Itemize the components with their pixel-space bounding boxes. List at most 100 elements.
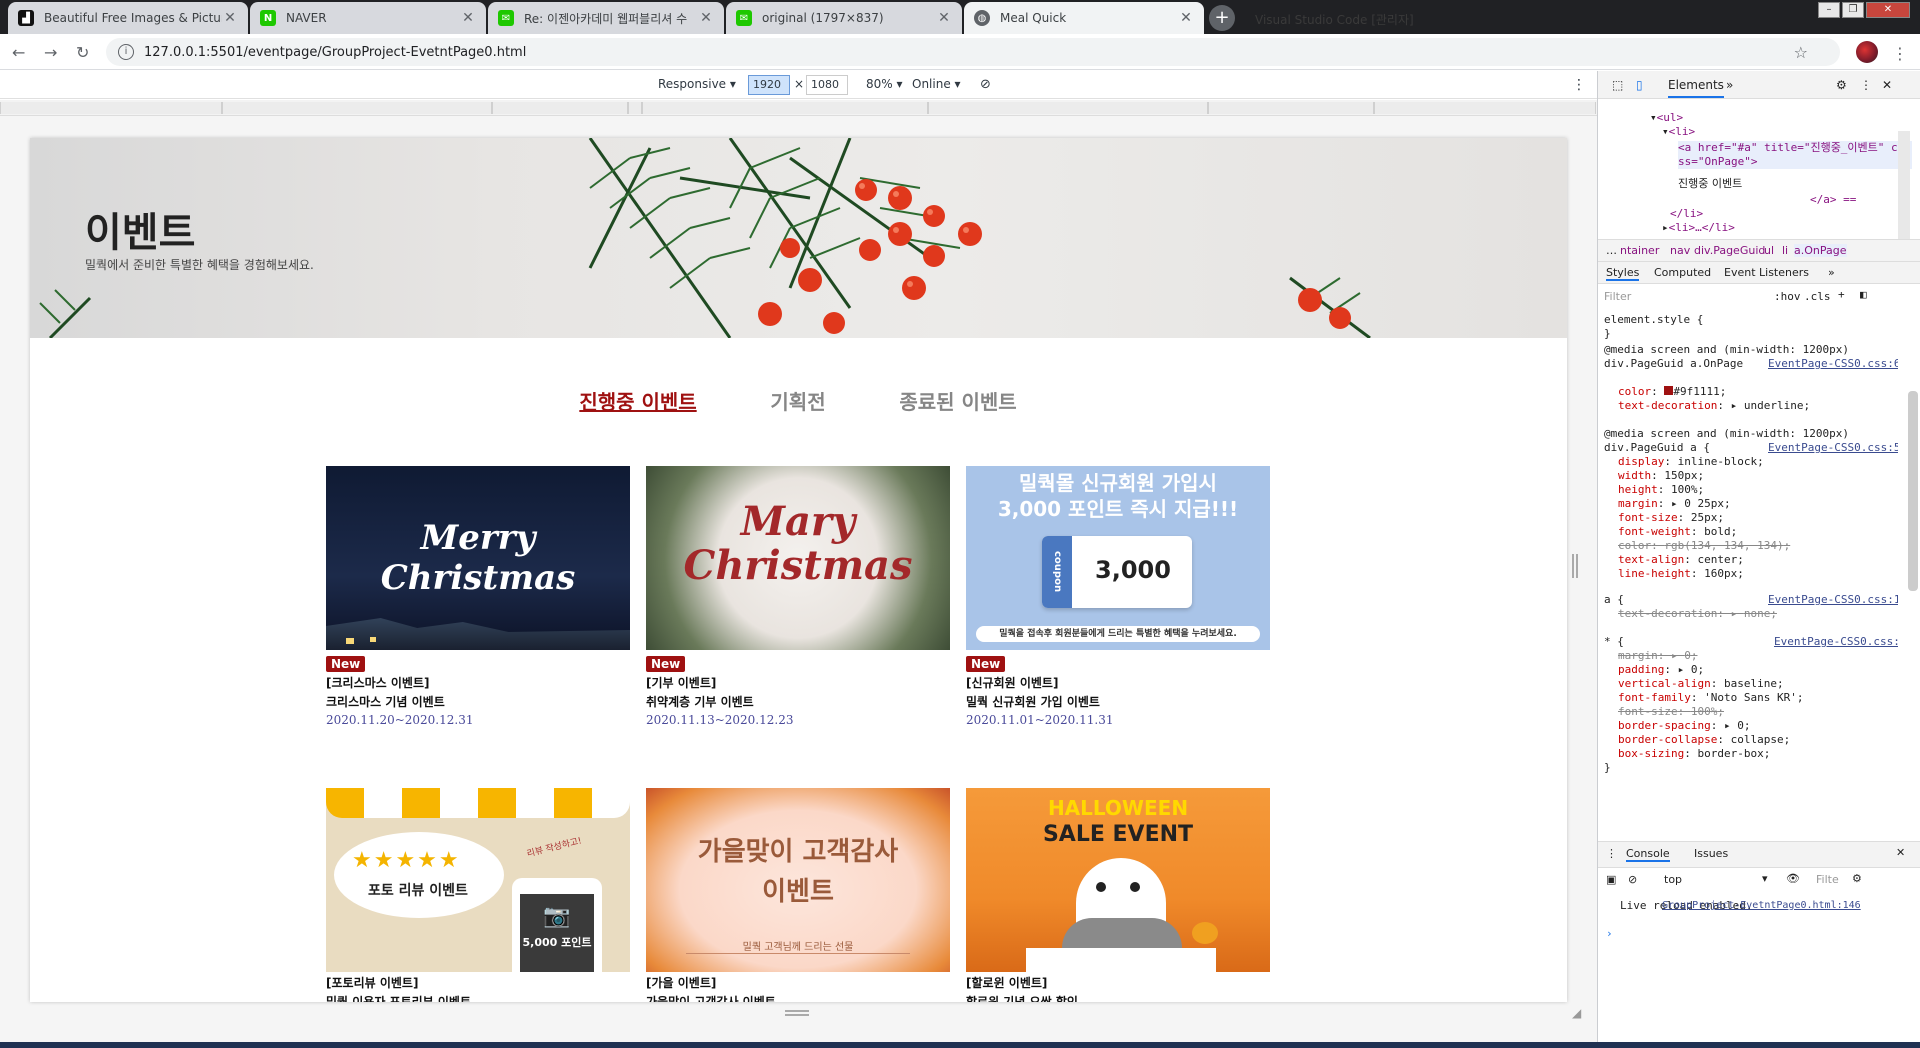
console-settings-icon[interactable]: ⚙ [1852, 872, 1862, 885]
style-declaration[interactable]: width: 150px; [1618, 469, 1704, 483]
bottom-resize-handle[interactable] [785, 1010, 809, 1016]
dom-node[interactable]: ▾<li> [1662, 125, 1695, 139]
console-filter-input[interactable]: Filte [1816, 873, 1839, 886]
tab-issues[interactable]: Issues [1694, 847, 1728, 860]
device-width-input[interactable]: 1920 [748, 75, 790, 95]
context-dropdown-icon[interactable]: ▾ [1762, 872, 1768, 885]
style-source-link[interactable]: EventPage-CSS0.css:12 [1768, 593, 1898, 607]
address-bar[interactable]: i 127.0.0.1:5501/eventpage/GroupProject-… [106, 38, 1840, 66]
style-declaration[interactable]: vertical-align: baseline; [1618, 677, 1784, 691]
tab-ongoing-events[interactable]: 진행중 이벤트 [548, 386, 728, 415]
inspect-icon[interactable]: ⬚ [1612, 78, 1623, 92]
more-tabs-icon[interactable]: » [1726, 78, 1733, 92]
settings-icon[interactable]: ⚙ [1836, 78, 1847, 92]
style-declaration[interactable]: text-align: center; [1618, 553, 1744, 567]
tab-special-exhibitions[interactable]: 기획전 [708, 386, 888, 415]
ruler-segment[interactable] [1374, 102, 1596, 114]
browser-tab-mail[interactable]: ✉ Re: 이젠아카데미 웹퍼블리셔 수 ✕ [488, 2, 724, 34]
tab-styles[interactable]: Styles [1606, 266, 1640, 281]
styles-pane[interactable]: element.style { } @media screen and (min… [1598, 309, 1898, 925]
ruler-segment[interactable] [628, 102, 642, 114]
style-declaration-overridden[interactable]: color: rgb(134, 134, 134); [1618, 539, 1790, 553]
event-image[interactable]: Merry Christmas [326, 466, 630, 650]
media-query-ruler[interactable] [0, 100, 1597, 116]
close-devtools-icon[interactable]: ✕ [1882, 78, 1892, 92]
dom-text-node[interactable]: 진행중 이벤트 [1678, 177, 1742, 191]
window-close-button[interactable]: ✕ [1866, 2, 1910, 18]
event-image[interactable]: Mary Christmas [646, 466, 950, 650]
breadcrumb-item[interactable]: div.PageGuid [1694, 244, 1765, 257]
breadcrumb-ellipsis[interactable]: … [1606, 244, 1617, 257]
ruler-segment[interactable] [222, 102, 492, 114]
forward-icon[interactable]: → [44, 43, 57, 62]
browser-tab-meal-quick[interactable]: ◍ Meal Quick ✕ [964, 2, 1204, 34]
breadcrumb-item[interactable]: nav [1670, 244, 1690, 257]
device-height-input[interactable]: 1080 [806, 75, 848, 95]
event-card[interactable]: HALLOWEEN SALE EVENT [할로윈 이벤트] 할로윈 기념 오싹… [966, 788, 1270, 1002]
close-icon[interactable]: ✕ [222, 10, 238, 26]
ruler-segment[interactable] [0, 102, 222, 114]
add-rule-icon[interactable]: + [1838, 288, 1845, 301]
style-declaration[interactable]: font-family: 'Noto Sans KR'; [1618, 691, 1803, 705]
tab-ended-events[interactable]: 종료된 이벤트 [868, 386, 1048, 415]
minimize-button[interactable]: – [1818, 2, 1840, 18]
event-card[interactable]: 밀쿽몰 신규회원 가입시 3,000 포인트 즉시 지급!!! coupon 3… [966, 466, 1270, 727]
clear-console-icon[interactable]: ⊘ [1628, 873, 1637, 886]
dom-tree[interactable]: ▾<ul> ▾<li> <a href="#a" title="진행중_이벤트"… [1598, 99, 1912, 239]
drawer-menu-icon[interactable]: ⋮ [1606, 847, 1617, 860]
more-subtabs-icon[interactable]: » [1828, 266, 1835, 279]
device-toggle-icon[interactable]: ▯ [1636, 78, 1643, 92]
tab-console[interactable]: Console [1626, 847, 1670, 862]
event-card[interactable]: Merry Christmas New [크리스마스 이벤트] 크리스마스 기념… [326, 466, 630, 727]
close-icon[interactable]: ✕ [936, 10, 952, 26]
browser-tab-unsplash[interactable]: ▟ Beautiful Free Images & Picture ✕ [8, 2, 248, 34]
console-prompt[interactable]: › [1606, 927, 1613, 941]
dom-scrollbar[interactable] [1898, 131, 1910, 241]
style-declaration[interactable]: box-sizing: border-box; [1618, 747, 1770, 761]
ruler-segment[interactable] [492, 102, 628, 114]
dom-node[interactable]: ▸<li>…</li> [1662, 221, 1735, 235]
network-throttle-select[interactable]: Online ▾ [912, 77, 961, 91]
close-icon[interactable]: ✕ [460, 10, 476, 26]
browser-tab-naver[interactable]: N NAVER ✕ [250, 2, 486, 34]
event-image[interactable]: ★★★★★ 포토 리뷰 이벤트 리뷰 작성하고! 📷 5,000 포인트 [326, 788, 630, 972]
breadcrumb-item[interactable]: ul [1764, 244, 1774, 257]
style-declaration[interactable]: display: inline-block; [1618, 455, 1764, 469]
style-declaration[interactable]: height: 100%; [1618, 483, 1704, 497]
dom-node[interactable]: </li> [1670, 207, 1703, 221]
style-declaration[interactable]: line-height: 160px; [1618, 567, 1744, 581]
tab-event-listeners[interactable]: Event Listeners [1724, 266, 1809, 279]
hov-toggle[interactable]: :hov [1774, 290, 1801, 303]
console-sidebar-icon[interactable]: ▣ [1606, 873, 1616, 886]
event-image[interactable]: 가을맞이 고객감사 이벤트 밀쿽 고객님께 드리는 선물 [646, 788, 950, 972]
devtools-menu-icon[interactable]: ⋮ [1860, 78, 1872, 92]
style-declaration[interactable]: margin: ▸ 0 25px; [1618, 497, 1731, 511]
close-icon[interactable]: ✕ [1178, 10, 1194, 26]
breadcrumb-item-selected[interactable]: a.OnPage [1794, 244, 1847, 257]
device-mode-select[interactable]: Responsive ▾ [658, 77, 736, 91]
event-name[interactable]: 밀쿽 이용자 포토리뷰 이벤트 [326, 993, 630, 1002]
style-declaration[interactable]: padding: ▸ 0; [1618, 663, 1704, 677]
close-drawer-icon[interactable]: ✕ [1896, 846, 1905, 859]
context-select[interactable]: top [1664, 873, 1682, 886]
style-source-link[interactable]: EventPage-CSS0.css:62 [1768, 357, 1898, 371]
style-source-link[interactable]: EventPage-CSS0.css:2 [1774, 635, 1898, 649]
style-declaration[interactable]: font-size: 25px; [1618, 511, 1724, 525]
zoom-select[interactable]: 80% ▾ [866, 77, 903, 91]
console-source-link[interactable]: GroupProject-EvetntPage0.html:146 [1662, 899, 1861, 913]
event-name[interactable]: 할로윈 기념 오싹 할인 [966, 993, 1270, 1002]
style-declaration[interactable]: text-decoration: ▸ underline; [1618, 399, 1810, 413]
event-name[interactable]: 가을맞이 고객감사 이벤트 [646, 993, 950, 1002]
event-image[interactable]: 밀쿽몰 신규회원 가입시 3,000 포인트 즉시 지급!!! coupon 3… [966, 466, 1270, 650]
dom-node[interactable]: ▾<ul> [1650, 111, 1683, 125]
event-image[interactable]: HALLOWEEN SALE EVENT [966, 788, 1270, 972]
style-declaration[interactable]: border-spacing: ▸ 0; [1618, 719, 1750, 733]
menu-icon[interactable]: ⋮ [1892, 44, 1908, 63]
breadcrumb-item[interactable]: li [1782, 244, 1788, 257]
corner-resize-handle[interactable]: ◢ [1572, 1006, 1581, 1020]
event-card[interactable]: 가을맞이 고객감사 이벤트 밀쿽 고객님께 드리는 선물 [가을 이벤트] 가을… [646, 788, 950, 1002]
right-resize-handle[interactable] [1572, 554, 1578, 578]
browser-tab-original[interactable]: ✉ original (1797×837) ✕ [726, 2, 962, 34]
event-card[interactable]: Mary Christmas New [기부 이벤트] 취약계층 기부 이벤트 … [646, 466, 950, 727]
dom-node-selected[interactable]: <a href="#a" title="진행중_이벤트" class="OnPa… [1678, 141, 1912, 169]
